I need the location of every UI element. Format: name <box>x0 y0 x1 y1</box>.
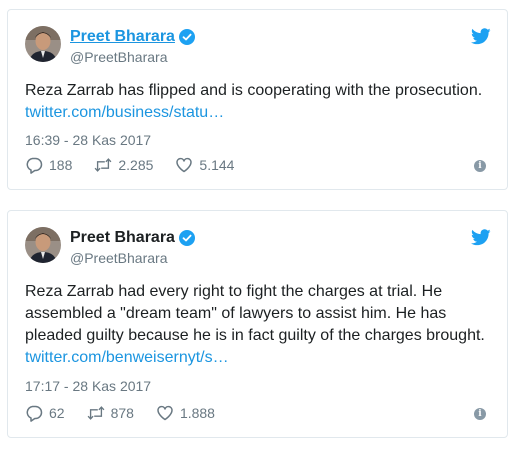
timestamp[interactable]: 16:39 - 28 Kas 2017 <box>25 132 151 148</box>
author-name[interactable]: Preet Bharara <box>70 28 175 46</box>
tweet-text: Reza Zarrab had every right to fight the… <box>25 281 493 369</box>
tweet-link[interactable]: twitter.com/business/statu… <box>25 104 224 121</box>
like-icon <box>157 405 173 421</box>
avatar[interactable] <box>25 26 61 62</box>
reply-count: 62 <box>49 405 65 421</box>
like-button[interactable]: 5.144 <box>175 156 234 174</box>
author-handle[interactable]: @PreetBharara <box>70 49 167 65</box>
tweet-link[interactable]: twitter.com/benweisernyt/s… <box>25 349 229 366</box>
retweet-button[interactable]: 2.285 <box>94 156 153 174</box>
retweet-count: 2.285 <box>118 157 154 173</box>
like-count: 1.888 <box>179 405 215 421</box>
tweet-body: Reza Zarrab has flipped and is cooperati… <box>25 82 483 99</box>
tweet-body: Reza Zarrab had every right to fight the… <box>25 283 485 344</box>
timestamp[interactable]: 17:17 - 28 Kas 2017 <box>25 378 151 394</box>
tweet-card: Preet Bharara @PreetBharara Reza Zarrab … <box>7 9 508 190</box>
reply-count: 188 <box>49 157 73 173</box>
retweet-icon <box>87 406 104 420</box>
retweet-count: 878 <box>110 405 134 421</box>
reply-icon <box>26 157 43 174</box>
action-bar: 62 878 1.888 <box>25 404 237 422</box>
reply-button[interactable]: 62 <box>25 404 65 422</box>
like-count: 5.144 <box>199 157 235 173</box>
info-icon[interactable]: i <box>474 160 486 172</box>
avatar[interactable] <box>25 227 61 263</box>
twitter-bird-icon[interactable] <box>471 229 491 246</box>
action-bar: 188 2.285 5.144 <box>25 156 256 174</box>
verified-icon <box>178 230 195 246</box>
author-name[interactable]: Preet Bharara <box>70 229 175 247</box>
retweet-icon <box>94 158 112 172</box>
tweet-card: Preet Bharara @PreetBharara Reza Zarrab … <box>7 210 508 438</box>
like-icon <box>176 157 193 173</box>
like-button[interactable]: 1.888 <box>156 404 215 422</box>
verified-icon <box>178 29 195 45</box>
tweet-text: Reza Zarrab has flipped and is cooperati… <box>25 80 493 124</box>
twitter-bird-icon[interactable] <box>471 28 491 45</box>
reply-button[interactable]: 188 <box>25 156 72 174</box>
author-handle[interactable]: @PreetBharara <box>70 250 167 266</box>
info-icon[interactable]: i <box>474 408 486 420</box>
retweet-button[interactable]: 878 <box>87 404 134 422</box>
reply-icon <box>26 405 43 422</box>
